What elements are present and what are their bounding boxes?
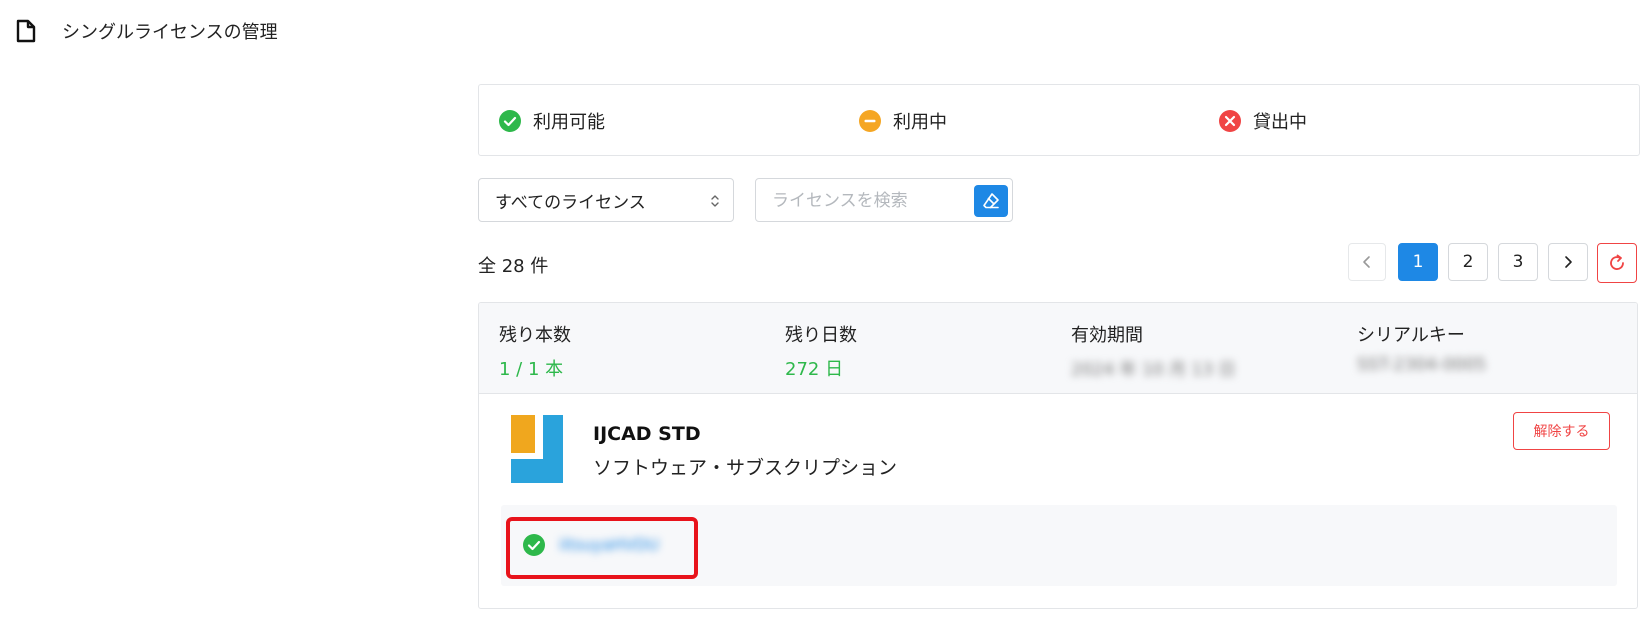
chevron-left-icon <box>1363 256 1370 268</box>
legend-lent-out-label: 貸出中 <box>1253 112 1307 133</box>
prev-page-button[interactable] <box>1348 243 1386 281</box>
license-search-box <box>755 178 1013 222</box>
page-button-1[interactable]: 1 <box>1398 243 1438 281</box>
legend-lent-out: 貸出中 <box>1219 108 1307 134</box>
chevron-right-icon <box>1565 256 1572 268</box>
legend-available-label: 利用可能 <box>533 112 605 133</box>
chevron-up-down-icon <box>709 191 721 211</box>
page-header: シングルライセンスの管理 <box>16 18 278 44</box>
license-filter-value: すべてのライセンス <box>495 192 646 213</box>
license-card: 残り本数 1 / 1 本 残り日数 272 日 有効期間 2024 年 10 月… <box>478 302 1638 609</box>
legend-in-use: 利用中 <box>859 108 947 134</box>
remaining-count-label: 残り本数 <box>499 325 571 346</box>
ijcad-logo <box>511 415 563 483</box>
stat-remaining-count: 残り本数 1 / 1 本 <box>499 321 571 381</box>
total-count: 全 28 件 <box>478 256 549 277</box>
stat-serial: シリアルキー SST-2304-0005 <box>1357 321 1486 375</box>
next-page-button[interactable] <box>1548 243 1588 281</box>
status-legend: 利用可能 利用中 貸出中 <box>478 84 1640 156</box>
serial-key-value: SST-2304-0005 <box>1357 355 1487 375</box>
refresh-icon <box>1610 254 1624 270</box>
stat-validity: 有効期間 2024 年 10 月 13 日 <box>1071 321 1236 380</box>
document-icon <box>16 19 36 43</box>
clear-search-button[interactable] <box>974 185 1008 217</box>
x-circle-icon <box>1219 110 1241 132</box>
product-name: IJCAD STD <box>593 423 701 445</box>
legend-in-use-label: 利用中 <box>893 112 947 133</box>
check-circle-icon <box>523 534 545 556</box>
check-circle-icon <box>499 110 521 132</box>
license-user-row: iitsuyaHVDU <box>501 505 1617 586</box>
page-button-3[interactable]: 3 <box>1498 243 1538 281</box>
license-user-name[interactable]: iitsuyaHVDU <box>559 535 659 554</box>
serial-key-label: シリアルキー <box>1357 325 1465 346</box>
page-button-2[interactable]: 2 <box>1448 243 1488 281</box>
refresh-button[interactable] <box>1597 243 1637 283</box>
minus-circle-icon <box>859 110 881 132</box>
remaining-days-value: 272 日 <box>785 359 844 380</box>
product-type: ソフトウェア・サブスクリプション <box>593 457 898 479</box>
license-filter-select[interactable]: すべてのライセンス <box>478 178 734 222</box>
license-search-input[interactable] <box>770 187 964 215</box>
remaining-count-value: 1 / 1 本 <box>499 359 564 380</box>
validity-value: 2024 年 10 月 13 日 <box>1071 360 1236 380</box>
remaining-days-label: 残り日数 <box>785 325 857 346</box>
validity-label: 有効期間 <box>1071 325 1143 346</box>
release-button[interactable]: 解除する <box>1513 412 1610 450</box>
stat-remaining-days: 残り日数 272 日 <box>785 321 857 381</box>
page-title: シングルライセンスの管理 <box>62 22 278 43</box>
license-stats: 残り本数 1 / 1 本 残り日数 272 日 有効期間 2024 年 10 月… <box>479 303 1637 394</box>
legend-available: 利用可能 <box>499 108 605 134</box>
eraser-icon <box>983 193 999 209</box>
